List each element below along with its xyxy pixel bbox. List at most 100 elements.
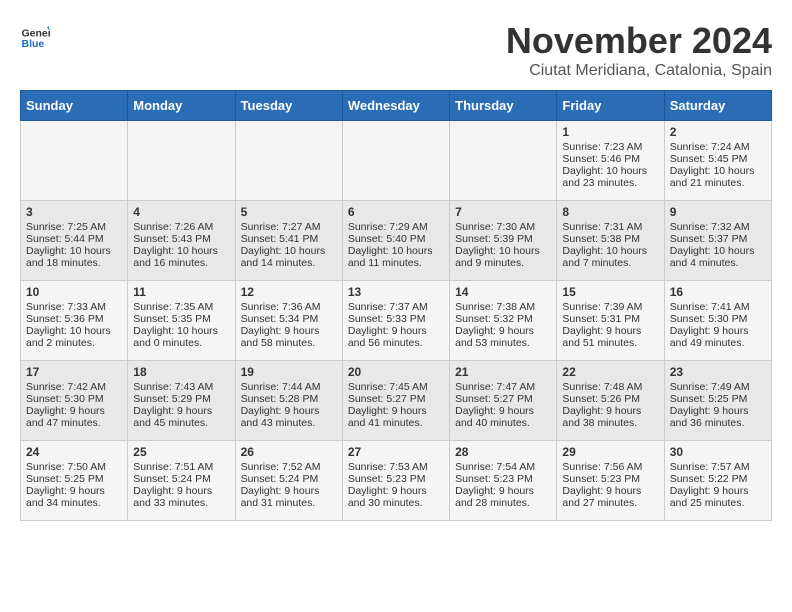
day-number: 25 [133, 445, 229, 459]
cell-week4-day4: 21Sunrise: 7:47 AMSunset: 5:27 PMDayligh… [450, 361, 557, 441]
sunset-text: Sunset: 5:41 PM [241, 233, 319, 245]
cell-week5-day5: 29Sunrise: 7:56 AMSunset: 5:23 PMDayligh… [557, 441, 664, 521]
sunset-text: Sunset: 5:27 PM [348, 393, 426, 405]
day-number: 16 [670, 285, 766, 299]
day-number: 13 [348, 285, 444, 299]
sunset-text: Sunset: 5:33 PM [348, 313, 426, 325]
cell-week5-day2: 26Sunrise: 7:52 AMSunset: 5:24 PMDayligh… [235, 441, 342, 521]
daylight-text: Daylight: 9 hours and 36 minutes. [670, 405, 749, 429]
daylight-text: Daylight: 10 hours and 23 minutes. [562, 165, 647, 189]
daylight-text: Daylight: 9 hours and 31 minutes. [241, 485, 320, 509]
sunrise-text: Sunrise: 7:43 AM [133, 381, 213, 393]
day-number: 7 [455, 205, 551, 219]
sunrise-text: Sunrise: 7:45 AM [348, 381, 428, 393]
day-number: 9 [670, 205, 766, 219]
day-number: 4 [133, 205, 229, 219]
cell-week2-day2: 5Sunrise: 7:27 AMSunset: 5:41 PMDaylight… [235, 201, 342, 281]
cell-week3-day2: 12Sunrise: 7:36 AMSunset: 5:34 PMDayligh… [235, 281, 342, 361]
cell-week4-day0: 17Sunrise: 7:42 AMSunset: 5:30 PMDayligh… [21, 361, 128, 441]
cell-week5-day4: 28Sunrise: 7:54 AMSunset: 5:23 PMDayligh… [450, 441, 557, 521]
daylight-text: Daylight: 10 hours and 9 minutes. [455, 245, 540, 269]
cell-week4-day6: 23Sunrise: 7:49 AMSunset: 5:25 PMDayligh… [664, 361, 771, 441]
daylight-text: Daylight: 10 hours and 2 minutes. [26, 325, 111, 349]
sunset-text: Sunset: 5:23 PM [562, 473, 640, 485]
sunset-text: Sunset: 5:35 PM [133, 313, 211, 325]
sunset-text: Sunset: 5:43 PM [133, 233, 211, 245]
sunset-text: Sunset: 5:25 PM [26, 473, 104, 485]
sunrise-text: Sunrise: 7:39 AM [562, 301, 642, 313]
daylight-text: Daylight: 10 hours and 7 minutes. [562, 245, 647, 269]
cell-week1-day6: 2Sunrise: 7:24 AMSunset: 5:45 PMDaylight… [664, 121, 771, 201]
daylight-text: Daylight: 9 hours and 38 minutes. [562, 405, 641, 429]
sunset-text: Sunset: 5:26 PM [562, 393, 640, 405]
day-number: 8 [562, 205, 658, 219]
daylight-text: Daylight: 9 hours and 56 minutes. [348, 325, 427, 349]
sunset-text: Sunset: 5:30 PM [26, 393, 104, 405]
sunset-text: Sunset: 5:38 PM [562, 233, 640, 245]
daylight-text: Daylight: 9 hours and 25 minutes. [670, 485, 749, 509]
daylight-text: Daylight: 10 hours and 18 minutes. [26, 245, 111, 269]
day-number: 1 [562, 125, 658, 139]
sunrise-text: Sunrise: 7:38 AM [455, 301, 535, 313]
sunrise-text: Sunrise: 7:27 AM [241, 221, 321, 233]
week-row-1: 1Sunrise: 7:23 AMSunset: 5:46 PMDaylight… [21, 121, 772, 201]
sunrise-text: Sunrise: 7:53 AM [348, 461, 428, 473]
daylight-text: Daylight: 9 hours and 30 minutes. [348, 485, 427, 509]
sunset-text: Sunset: 5:30 PM [670, 313, 748, 325]
cell-week3-day3: 13 Sunrise: 7:37 AMSunset: 5:33 PMDayligh… [342, 281, 449, 361]
day-number: 3 [26, 205, 122, 219]
daylight-text: Daylight: 10 hours and 14 minutes. [241, 245, 326, 269]
day-number: 19 [241, 365, 337, 379]
day-number: 18 [133, 365, 229, 379]
cell-week2-day6: 9Sunrise: 7:32 AMSunset: 5:37 PMDaylight… [664, 201, 771, 281]
sunrise-text: Sunrise: 7:42 AM [26, 381, 106, 393]
day-number: 22 [562, 365, 658, 379]
cell-week2-day0: 3Sunrise: 7:25 AMSunset: 5:44 PMDaylight… [21, 201, 128, 281]
header-tuesday: Tuesday [235, 91, 342, 121]
header-saturday: Saturday [664, 91, 771, 121]
sunrise-text: Sunrise: 7:41 AM [670, 301, 750, 313]
daylight-text: Daylight: 10 hours and 0 minutes. [133, 325, 218, 349]
sunrise-text: Sunrise: 7:49 AM [670, 381, 750, 393]
cell-week3-day5: 15Sunrise: 7:39 AMSunset: 5:31 PMDayligh… [557, 281, 664, 361]
month-title: November 2024 [506, 20, 772, 62]
day-number: 21 [455, 365, 551, 379]
location-subtitle: Ciutat Meridiana, Catalonia, Spain [506, 62, 772, 80]
sunrise-text: Sunrise: 7:25 AM [26, 221, 106, 233]
cell-week1-day1 [128, 121, 235, 201]
svg-text:Blue: Blue [22, 38, 45, 50]
daylight-text: Daylight: 9 hours and 58 minutes. [241, 325, 320, 349]
sunset-text: Sunset: 5:34 PM [241, 313, 319, 325]
cell-week1-day2 [235, 121, 342, 201]
day-number: 23 [670, 365, 766, 379]
sunset-text: Sunset: 5:29 PM [133, 393, 211, 405]
day-number: 6 [348, 205, 444, 219]
sunset-text: Sunset: 5:28 PM [241, 393, 319, 405]
sunset-text: Sunset: 5:22 PM [670, 473, 748, 485]
sunrise-text: Sunrise: 7:37 AM [348, 301, 428, 313]
sunrise-text: Sunrise: 7:29 AM [348, 221, 428, 233]
day-number: 17 [26, 365, 122, 379]
daylight-text: Daylight: 9 hours and 41 minutes. [348, 405, 427, 429]
sunrise-text: Sunrise: 7:23 AM [562, 141, 642, 153]
daylight-text: Daylight: 9 hours and 28 minutes. [455, 485, 534, 509]
sunset-text: Sunset: 5:37 PM [670, 233, 748, 245]
sunrise-text: Sunrise: 7:35 AM [133, 301, 213, 313]
sunrise-text: Sunrise: 7:30 AM [455, 221, 535, 233]
daylight-text: Daylight: 10 hours and 16 minutes. [133, 245, 218, 269]
cell-week2-day3: 6 Sunrise: 7:29 AMSunset: 5:40 PMDaylight… [342, 201, 449, 281]
cell-week4-day3: 20Sunrise: 7:45 AMSunset: 5:27 PMDayligh… [342, 361, 449, 441]
cell-week1-day5: 1Sunrise: 7:23 AMSunset: 5:46 PMDaylight… [557, 121, 664, 201]
daylight-text: Daylight: 10 hours and 11 minutes. [348, 245, 433, 269]
cell-week1-day0 [21, 121, 128, 201]
sunrise-text: Sunrise: 7:54 AM [455, 461, 535, 473]
sunset-text: Sunset: 5:40 PM [348, 233, 426, 245]
daylight-text: Daylight: 10 hours and 21 minutes. [670, 165, 755, 189]
day-number: 15 [562, 285, 658, 299]
week-row-3: 10Sunrise: 7:33 AMSunset: 5:36 PMDayligh… [21, 281, 772, 361]
day-number: 2 [670, 125, 766, 139]
cell-week5-day6: 30Sunrise: 7:57 AMSunset: 5:22 PMDayligh… [664, 441, 771, 521]
week-row-2: 3Sunrise: 7:25 AMSunset: 5:44 PMDaylight… [21, 201, 772, 281]
sunset-text: Sunset: 5:23 PM [348, 473, 426, 485]
sunrise-text: Sunrise: 7:26 AM [133, 221, 213, 233]
